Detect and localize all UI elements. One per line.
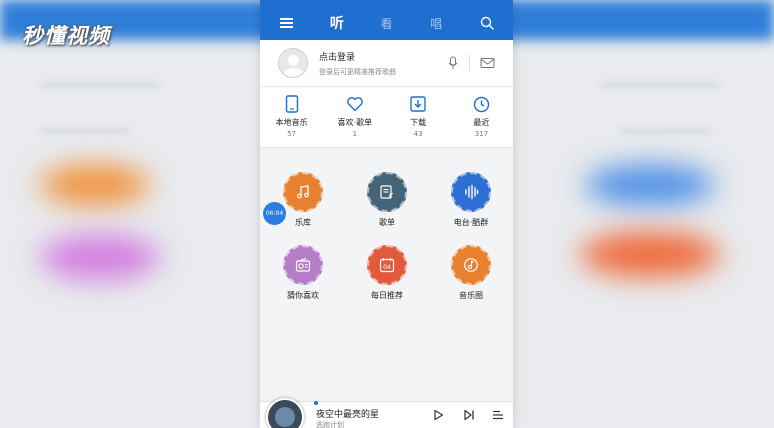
music-circle-icon bbox=[451, 245, 491, 285]
playlist-button[interactable]: 歌单 bbox=[345, 172, 429, 228]
quick-access: 本地音乐 57 喜欢·歌单 1 下载 43 最近 317 bbox=[260, 87, 513, 148]
local-music-count: 57 bbox=[287, 130, 297, 138]
music-circle-label: 音乐圈 bbox=[459, 291, 483, 300]
favorites-count: 1 bbox=[352, 130, 358, 138]
phone-screen: 听 看 唱 点击登录 登录后可更精准推荐歌曲 本地音乐 57 喜欢·歌单 1 下… bbox=[260, 0, 513, 428]
search-button[interactable] bbox=[461, 16, 513, 30]
library-label: 乐库 bbox=[295, 218, 311, 227]
tab-sing[interactable]: 唱 bbox=[411, 15, 461, 32]
top-bar: 听 看 唱 bbox=[260, 6, 513, 40]
local-music-label: 本地音乐 bbox=[275, 118, 308, 127]
login-subtitle: 登录后可更精准推荐歌曲 bbox=[319, 67, 396, 76]
calendar-icon: 04 bbox=[367, 245, 407, 285]
play-icon[interactable] bbox=[432, 409, 444, 421]
search-icon bbox=[480, 16, 494, 30]
daily-recommend-label: 每日推荐 bbox=[371, 291, 403, 300]
playlist-queue-icon[interactable] bbox=[492, 409, 504, 421]
album-disc[interactable] bbox=[266, 398, 304, 428]
guess-you-like-button[interactable]: 猜你喜欢 bbox=[261, 245, 345, 301]
daily-recommend-button[interactable]: 04 每日推荐 bbox=[345, 245, 429, 301]
avatar[interactable] bbox=[278, 48, 308, 78]
music-circle-button[interactable]: 音乐圈 bbox=[429, 245, 513, 301]
login-panel[interactable]: 点击登录 登录后可更精准推荐歌曲 bbox=[260, 40, 513, 87]
recent-button[interactable]: 最近 317 bbox=[450, 87, 513, 147]
mail-icon[interactable] bbox=[480, 57, 495, 69]
playlist-label: 歌单 bbox=[379, 218, 395, 227]
menu-button[interactable] bbox=[260, 18, 312, 28]
radio-group-button[interactable]: 电台·酷群 bbox=[429, 172, 513, 228]
recent-count: 317 bbox=[474, 130, 489, 138]
menu-icon bbox=[279, 18, 293, 28]
tab-listen[interactable]: 听 bbox=[312, 13, 362, 33]
downloads-button[interactable]: 下载 43 bbox=[387, 87, 450, 147]
downloads-count: 43 bbox=[413, 130, 423, 138]
song-artist: 逃跑计划 bbox=[316, 421, 344, 428]
library-button[interactable]: 乐库 bbox=[261, 172, 345, 228]
next-track-icon[interactable] bbox=[463, 409, 475, 421]
recent-label: 最近 bbox=[473, 118, 490, 127]
phone-icon bbox=[285, 95, 298, 113]
microphone-icon[interactable] bbox=[447, 56, 459, 70]
radio-icon bbox=[283, 245, 323, 285]
downloads-label: 下载 bbox=[410, 118, 427, 127]
clock-icon bbox=[473, 96, 490, 112]
calendar-day: 04 bbox=[383, 264, 391, 271]
guess-you-like-label: 猜你喜欢 bbox=[287, 291, 319, 300]
local-music-button[interactable]: 本地音乐 57 bbox=[260, 87, 323, 147]
mini-player[interactable]: 夜空中最亮的星 逃跑计划 bbox=[260, 398, 513, 428]
tab-watch[interactable]: 看 bbox=[362, 15, 412, 32]
playlist-icon bbox=[367, 172, 407, 212]
feature-grid: 06:04 乐库 歌单 电台·酷群 猜你喜欢 04 每日推荐 音乐圈 bbox=[260, 157, 513, 310]
music-note-icon bbox=[283, 172, 323, 212]
song-title: 夜空中最亮的星 bbox=[316, 410, 380, 420]
soundwave-icon bbox=[451, 172, 491, 212]
radio-group-label: 电台·酷群 bbox=[453, 218, 489, 227]
favorites-label: 喜欢·歌单 bbox=[337, 118, 373, 127]
download-icon bbox=[410, 96, 426, 112]
favorites-playlist-button[interactable]: 喜欢·歌单 1 bbox=[323, 87, 386, 147]
progress-indicator[interactable] bbox=[314, 401, 318, 405]
login-title[interactable]: 点击登录 bbox=[319, 50, 447, 63]
watermark-logo: 秒懂视频 bbox=[22, 24, 110, 48]
heart-icon bbox=[347, 97, 363, 112]
